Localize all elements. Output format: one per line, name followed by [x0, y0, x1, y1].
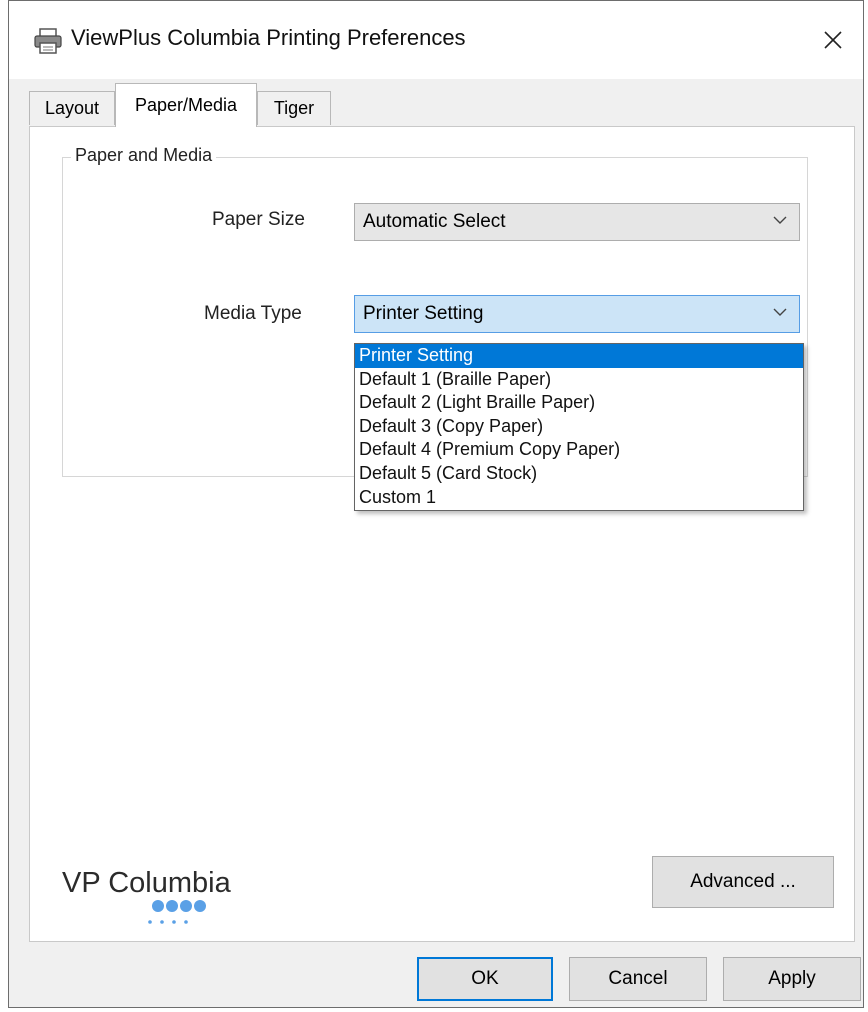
tab-tiger[interactable]: Tiger [257, 91, 331, 125]
apply-button-label: Apply [768, 968, 816, 989]
media-type-label: Media Type [204, 303, 302, 324]
tab-label: Paper/Media [134, 95, 238, 115]
close-button[interactable] [803, 1, 863, 79]
printer-icon [34, 28, 62, 54]
ok-button[interactable]: OK [417, 957, 553, 1001]
cancel-button-label: Cancel [608, 968, 668, 989]
paper-media-panel: Paper and Media Paper Size Automatic Sel… [29, 126, 855, 942]
chevron-down-icon [773, 216, 787, 224]
media-type-option[interactable]: Printer Setting [355, 344, 803, 368]
media-type-dropdown-list: Printer Setting Default 1 (Braille Paper… [354, 343, 804, 511]
group-title: Paper and Media [71, 145, 217, 166]
chevron-down-icon [773, 308, 787, 316]
ok-button-label: OK [471, 968, 499, 989]
media-type-value: Printer Setting [363, 303, 484, 324]
media-type-option[interactable]: Default 4 (Premium Copy Paper) [355, 438, 803, 462]
title-bar: ViewPlus Columbia Printing Preferences [9, 1, 863, 79]
tab-strip: Layout Paper/Media Tiger [29, 83, 859, 127]
close-icon [824, 31, 842, 49]
advanced-button-label: Advanced ... [690, 871, 796, 892]
vp-columbia-logo: VP Columbia [62, 867, 231, 932]
tab-layout[interactable]: Layout [29, 91, 115, 125]
printing-preferences-dialog: ViewPlus Columbia Printing Preferences L… [8, 0, 864, 1008]
logo-text: VP Columbia [62, 867, 231, 899]
paper-size-select[interactable]: Automatic Select [354, 203, 800, 241]
media-type-option[interactable]: Default 3 (Copy Paper) [355, 415, 803, 439]
media-type-option[interactable]: Default 5 (Card Stock) [355, 462, 803, 486]
paper-size-value: Automatic Select [363, 211, 506, 232]
apply-button[interactable]: Apply [723, 957, 861, 1001]
media-type-option[interactable]: Default 2 (Light Braille Paper) [355, 391, 803, 415]
media-type-option[interactable]: Custom 1 [355, 486, 803, 510]
media-type-option[interactable]: Default 1 (Braille Paper) [355, 368, 803, 392]
media-type-select[interactable]: Printer Setting [354, 295, 800, 333]
logo-dots-icon [148, 900, 206, 924]
window-title: ViewPlus Columbia Printing Preferences [71, 25, 466, 50]
tab-label: Layout [44, 98, 100, 118]
tab-label: Tiger [273, 98, 315, 118]
paper-size-label: Paper Size [212, 209, 305, 230]
tab-paper-media[interactable]: Paper/Media [115, 83, 257, 127]
advanced-button[interactable]: Advanced ... [652, 856, 834, 908]
cancel-button[interactable]: Cancel [569, 957, 707, 1001]
